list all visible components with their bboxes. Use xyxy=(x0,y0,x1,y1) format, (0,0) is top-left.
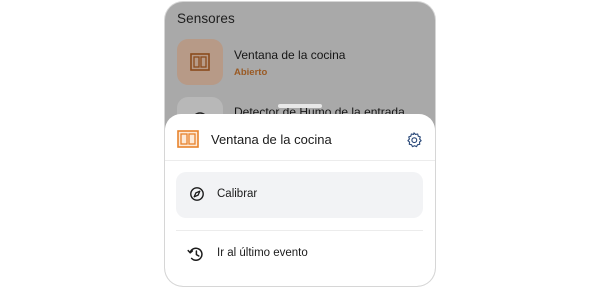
sheet-title: Ventana de la cocina xyxy=(211,132,332,147)
sensor-name: Ventana de la cocina xyxy=(234,48,346,62)
sheet-header: Ventana de la cocina xyxy=(165,114,435,161)
calibrate-label: Calibrar xyxy=(217,188,258,200)
window-icon xyxy=(177,39,223,85)
calibrate-button[interactable]: Calibrar xyxy=(176,172,423,218)
sheet-grabber[interactable] xyxy=(278,104,322,108)
go-to-last-event-button[interactable]: Ir al último evento xyxy=(176,238,423,270)
gear-icon[interactable] xyxy=(405,131,423,154)
window-icon xyxy=(177,130,199,153)
bottom-sheet: Ventana de la cocina Calibrar Ir al últi… xyxy=(165,114,435,286)
compass-icon xyxy=(189,186,205,207)
phone-screen: Sensores Ventana de la cocina Abierto De… xyxy=(165,2,435,286)
divider xyxy=(176,230,423,231)
history-icon xyxy=(187,246,205,267)
sensor-item-kitchen-window[interactable]: Ventana de la cocina Abierto xyxy=(177,39,427,87)
sensor-status: Abierto xyxy=(234,67,268,78)
last-event-label: Ir al último evento xyxy=(217,247,308,259)
sensors-section-title: Sensores xyxy=(177,11,235,26)
